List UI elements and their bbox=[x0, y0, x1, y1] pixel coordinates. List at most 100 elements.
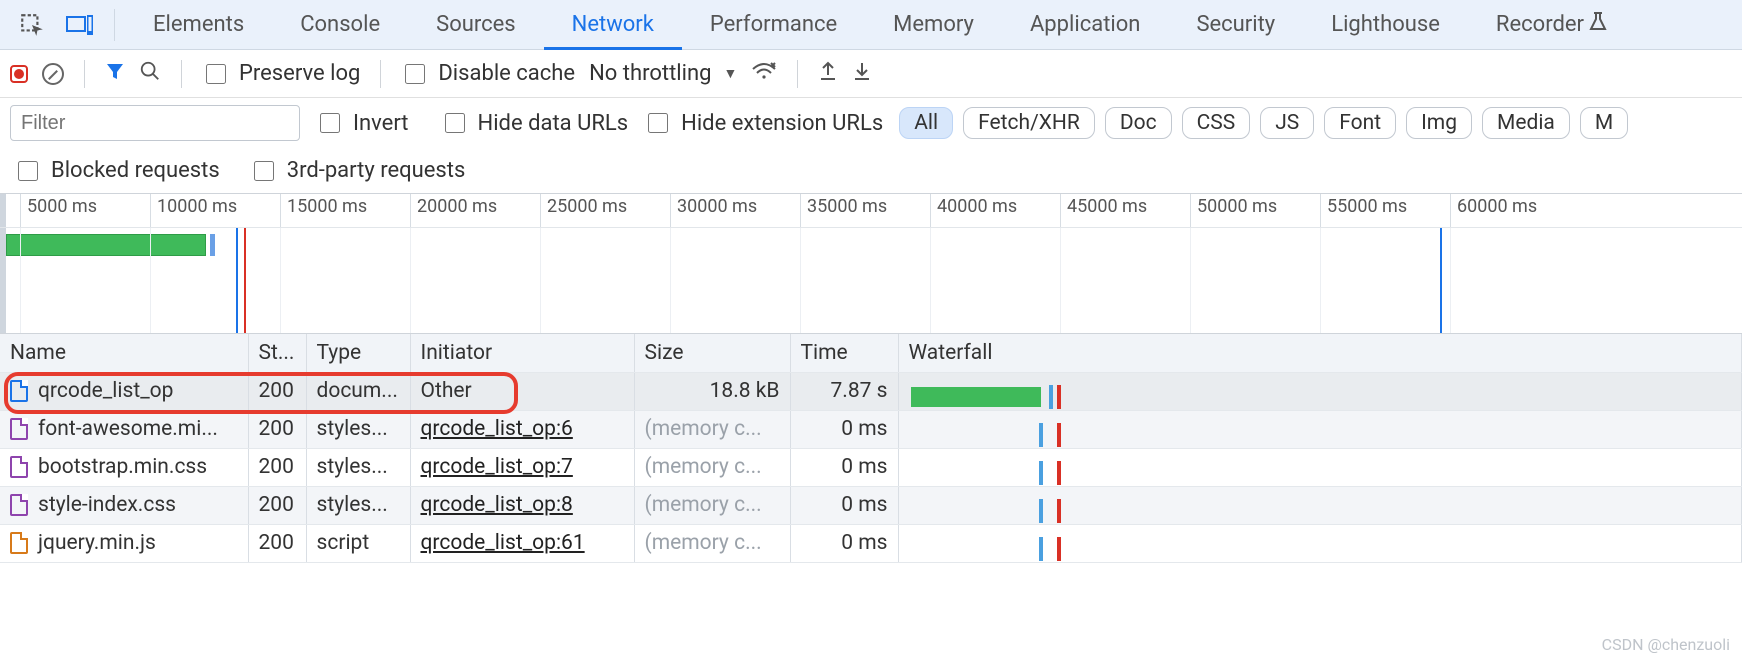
filter-pill-font[interactable]: Font bbox=[1324, 107, 1396, 139]
table-row[interactable]: style-index.css200styles...qrcode_list_o… bbox=[0, 486, 1742, 524]
table-row[interactable]: bootstrap.min.css200styles...qrcode_list… bbox=[0, 448, 1742, 486]
inspect-icon[interactable] bbox=[8, 0, 56, 50]
tab-recorder[interactable]: Recorder bbox=[1468, 0, 1636, 50]
file-css-icon bbox=[10, 456, 28, 478]
cell-size: (memory c... bbox=[634, 486, 790, 524]
filter-icon[interactable] bbox=[105, 61, 125, 87]
filter-pill-media[interactable]: Media bbox=[1482, 107, 1570, 139]
export-har-icon[interactable] bbox=[818, 60, 838, 88]
file-css-icon bbox=[10, 494, 28, 516]
cell-size: (memory c... bbox=[634, 410, 790, 448]
col-type[interactable]: Type bbox=[306, 334, 410, 372]
tab-security[interactable]: Security bbox=[1168, 0, 1303, 50]
blocked-requests-checkbox[interactable]: Blocked requests bbox=[14, 158, 220, 184]
tab-sources[interactable]: Sources bbox=[408, 0, 544, 50]
network-toolbar: Preserve log Disable cache No throttling… bbox=[0, 50, 1742, 98]
waterfall-load-tick bbox=[1057, 499, 1061, 523]
record-button[interactable] bbox=[10, 65, 28, 83]
tab-lighthouse[interactable]: Lighthouse bbox=[1303, 0, 1468, 50]
cell-initiator[interactable]: qrcode_list_op:6 bbox=[410, 410, 634, 448]
timeline-tick: 10000 ms bbox=[150, 194, 237, 227]
cell-time: 7.87 s bbox=[790, 372, 898, 410]
timeline-gridline bbox=[670, 228, 671, 334]
cell-time: 0 ms bbox=[790, 410, 898, 448]
third-party-checkbox[interactable]: 3rd-party requests bbox=[250, 158, 466, 184]
request-name: bootstrap.min.css bbox=[38, 455, 207, 479]
disable-cache-label: Disable cache bbox=[438, 61, 575, 86]
tab-application[interactable]: Application bbox=[1002, 0, 1168, 50]
timeline-tick: 55000 ms bbox=[1320, 194, 1407, 227]
timeline-ruler: 5000 ms10000 ms15000 ms20000 ms25000 ms3… bbox=[0, 194, 1742, 228]
cell-initiator[interactable]: qrcode_list_op:61 bbox=[410, 524, 634, 562]
filter-pill-css[interactable]: CSS bbox=[1182, 107, 1251, 139]
col-initiator[interactable]: Initiator bbox=[410, 334, 634, 372]
preserve-log-label: Preserve log bbox=[239, 61, 360, 86]
waterfall-bar bbox=[911, 387, 1041, 407]
invert-checkbox[interactable]: Invert bbox=[316, 110, 409, 136]
import-har-icon[interactable] bbox=[852, 60, 872, 88]
tab-memory[interactable]: Memory bbox=[865, 0, 1002, 50]
waterfall-load-tick bbox=[1057, 385, 1061, 409]
filter-input[interactable] bbox=[10, 105, 300, 141]
filter-pill-img[interactable]: Img bbox=[1406, 107, 1472, 139]
filter-pill-all[interactable]: All bbox=[899, 107, 953, 139]
hide-data-urls-checkbox[interactable]: Hide data URLs bbox=[441, 110, 629, 136]
file-css-icon bbox=[10, 418, 28, 440]
waterfall-dcl-tick bbox=[1039, 537, 1043, 561]
device-icon[interactable] bbox=[56, 0, 104, 50]
timeline-gridline bbox=[150, 228, 151, 334]
network-conditions-icon[interactable] bbox=[751, 61, 777, 87]
col-status[interactable]: St... bbox=[248, 334, 306, 372]
cell-initiator[interactable]: qrcode_list_op:7 bbox=[410, 448, 634, 486]
cell-time: 0 ms bbox=[790, 524, 898, 562]
timeline-gridline bbox=[1450, 228, 1451, 334]
timeline-tick: 5000 ms bbox=[20, 194, 97, 227]
cell-type: styles... bbox=[306, 448, 410, 486]
col-size[interactable]: Size bbox=[634, 334, 790, 372]
col-time[interactable]: Time bbox=[790, 334, 898, 372]
timeline-tick: 60000 ms bbox=[1450, 194, 1537, 227]
tab-performance[interactable]: Performance bbox=[682, 0, 865, 50]
timeline-gridline bbox=[1190, 228, 1191, 334]
third-party-label: 3rd-party requests bbox=[287, 158, 466, 183]
timeline-gridline bbox=[800, 228, 801, 334]
timeline-gridline bbox=[930, 228, 931, 334]
tab-elements[interactable]: Elements bbox=[125, 0, 272, 50]
table-row[interactable]: qrcode_list_op200docum...Other18.8 kB7.8… bbox=[0, 372, 1742, 410]
filter-bar: Invert Hide data URLs Hide extension URL… bbox=[0, 98, 1742, 148]
current-time-line bbox=[1440, 228, 1442, 334]
hide-extension-urls-checkbox[interactable]: Hide extension URLs bbox=[644, 110, 883, 136]
preserve-log-checkbox[interactable]: Preserve log bbox=[202, 61, 360, 87]
filter-bar-row2: Blocked requests 3rd-party requests bbox=[0, 148, 1742, 194]
table-row[interactable]: font-awesome.mi...200styles...qrcode_lis… bbox=[0, 410, 1742, 448]
timeline-tick: 15000 ms bbox=[280, 194, 367, 227]
search-icon[interactable] bbox=[139, 60, 161, 88]
hide-data-label: Hide data URLs bbox=[478, 111, 629, 136]
cell-type: docum... bbox=[306, 372, 410, 410]
table-row[interactable]: jquery.min.js200scriptqrcode_list_op:61(… bbox=[0, 524, 1742, 562]
cell-waterfall bbox=[898, 410, 1742, 448]
tab-network[interactable]: Network bbox=[544, 0, 682, 50]
cell-waterfall bbox=[898, 524, 1742, 562]
waterfall-load-tick bbox=[1057, 461, 1061, 485]
overview-timeline[interactable]: 5000 ms10000 ms15000 ms20000 ms25000 ms3… bbox=[0, 194, 1742, 334]
timeline-tick: 25000 ms bbox=[540, 194, 627, 227]
waterfall-dcl-tick bbox=[1049, 385, 1053, 409]
col-waterfall[interactable]: Waterfall bbox=[898, 334, 1742, 372]
cell-status: 200 bbox=[248, 486, 306, 524]
disable-cache-checkbox[interactable]: Disable cache bbox=[401, 61, 575, 87]
filter-pill-fetch-xhr[interactable]: Fetch/XHR bbox=[963, 107, 1095, 139]
cell-initiator[interactable]: qrcode_list_op:8 bbox=[410, 486, 634, 524]
timeline-gridline bbox=[20, 228, 21, 334]
clear-button[interactable] bbox=[42, 63, 64, 85]
filter-pill-js[interactable]: JS bbox=[1260, 107, 1314, 139]
filter-pill-m[interactable]: M bbox=[1580, 107, 1628, 139]
cell-time: 0 ms bbox=[790, 448, 898, 486]
tab-console[interactable]: Console bbox=[272, 0, 408, 50]
throttling-select[interactable]: No throttling ▼ bbox=[589, 61, 737, 86]
cell-status: 200 bbox=[248, 372, 306, 410]
filter-pill-doc[interactable]: Doc bbox=[1105, 107, 1172, 139]
cell-status: 200 bbox=[248, 524, 306, 562]
col-name[interactable]: Name bbox=[0, 334, 248, 372]
devtools-tabstrip: ElementsConsoleSourcesNetworkPerformance… bbox=[0, 0, 1742, 50]
